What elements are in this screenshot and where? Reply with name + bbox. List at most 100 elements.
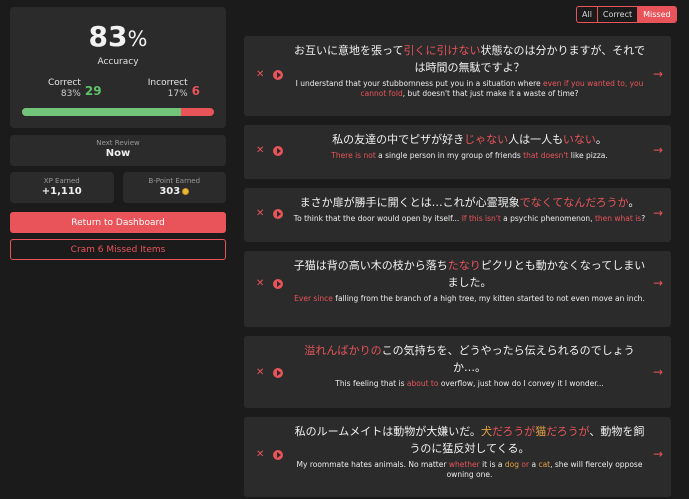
translation-text: To think that the door would open by its… (293, 214, 462, 223)
filter-all[interactable]: All (577, 7, 598, 22)
translation-text: a psychic phenomenon, (500, 214, 595, 223)
translation-text: a single person in my group of friends (375, 151, 524, 160)
missed-x-icon: ✕ (256, 69, 265, 80)
xp-card: XP Earned +1,110 (10, 172, 114, 203)
review-item-content: まさか扉が勝手に開くとは…これが心霊現象でなくてなんだろうか。 To think … (292, 194, 647, 224)
sentence-text: 。 (628, 196, 640, 209)
grammar-highlight: でなくてなんだろうか (519, 196, 629, 209)
arrow-right-icon[interactable]: → (653, 447, 663, 461)
translation-highlight: There is not (331, 151, 376, 160)
sentence-text: 私の友達の中でピザが好き (332, 133, 465, 146)
cram-missed-button[interactable]: Cram 6 Missed Items (10, 239, 226, 260)
translation-text: overflow, just how do I convey it I wond… (438, 379, 604, 388)
sentence-text: まさか扉が勝手に開くとは…これが心霊現象 (299, 196, 520, 209)
translation-highlight: about to (406, 379, 439, 388)
play-audio-icon[interactable] (273, 450, 283, 460)
translation-highlight: or (521, 460, 530, 469)
summary-panel: 83% Accuracy Correct 83% 29 Incorrect 17% … (10, 7, 226, 260)
percent-symbol: % (127, 27, 148, 51)
english-translation: There is not a single person in my group… (292, 151, 647, 161)
arrow-right-icon[interactable]: → (653, 276, 663, 290)
translation-text: ? (641, 214, 646, 223)
accuracy-percent: 83% (10, 20, 226, 56)
grammar-highlight: 溢れんばかりの (304, 344, 382, 357)
arrow-right-icon[interactable]: → (653, 143, 663, 157)
xp-label: XP Earned (43, 177, 80, 185)
missed-x-icon: ✕ (256, 278, 265, 289)
review-item-content: 私の友達の中でピザが好きじゃない人は一人もいない。 There is not a … (292, 131, 647, 161)
play-audio-icon[interactable] (273, 209, 283, 219)
missed-x-icon: ✕ (256, 367, 265, 378)
xp-value: +1,110 (41, 186, 82, 197)
translation-text: My roommate hates animals. No matter (296, 460, 449, 469)
accuracy-progress-bar (22, 108, 214, 116)
japanese-sentence: 私の友達の中でピザが好きじゃない人は一人もいない。 (292, 131, 647, 148)
next-review-value: Now (105, 148, 131, 159)
accuracy-card: 83% Accuracy Correct 83% 29 Incorrect 17% … (10, 7, 226, 128)
correct-count: 29 (84, 84, 102, 98)
arrow-right-icon[interactable]: → (653, 365, 663, 379)
japanese-sentence: 溢れんばかりのこの気持ちを、どうやったら伝えられるのでしょうか…。 (292, 342, 647, 376)
sentence-text: 私のルームメイトは動物が大嫌いだ。 (294, 425, 481, 438)
review-item[interactable]: ✕ → まさか扉が勝手に開くとは…これが心霊現象でなくてなんだろうか。 To thin… (244, 188, 671, 242)
review-item[interactable]: ✕ → 私の友達の中でピザが好きじゃない人は一人もいない。 There is not … (244, 125, 671, 179)
incorrect-stat: Incorrect 17% 6 (148, 78, 200, 100)
incorrect-pct: 17% (167, 89, 188, 99)
review-item-content: 私のルームメイトは動物が大嫌いだ。犬だろうが猫だろうが、動物を飼うのに猛反対して… (292, 423, 647, 480)
english-translation: My roommate hates animals. No matter whe… (292, 460, 647, 480)
play-audio-icon[interactable] (273, 368, 283, 378)
review-item[interactable]: ✕ → お互いに意地を張って引くに引けない状態なのは分かりますが、それでは時間の無駄… (244, 36, 671, 116)
review-item[interactable]: ✕ → 溢れんばかりのこの気持ちを、どうやったら伝えられるのでしょうか…。 This … (244, 336, 671, 408)
play-audio-icon[interactable] (273, 70, 283, 80)
play-audio-icon[interactable] (273, 146, 283, 156)
japanese-sentence: 子猫は背の高い木の枝から落ちたなりピクリとも動かなくなってしまいました。 (292, 257, 647, 291)
bpoint-card: B-Point Earned 303 (122, 172, 227, 203)
japanese-sentence: 私のルームメイトは動物が大嫌いだ。犬だろうが猫だろうが、動物を飼うのに猛反対して… (292, 423, 647, 457)
arrow-right-icon[interactable]: → (653, 67, 663, 81)
grammar-highlight: 犬 (480, 425, 492, 438)
review-item-content: お互いに意地を張って引くに引けない状態なのは分かりますが、それでは時間の無駄です… (292, 42, 647, 99)
translation-highlight: that doesn't (523, 151, 569, 160)
arrow-right-icon[interactable]: → (653, 206, 663, 220)
grammar-highlight: 猫 (535, 425, 547, 438)
review-item[interactable]: ✕ → 子猫は背の高い木の枝から落ちたなりピクリとも動かなくなってしまいました。 Ev… (244, 251, 671, 327)
coin-icon (182, 187, 190, 195)
earnings-row: XP Earned +1,110 B-Point Earned 303 (10, 172, 226, 203)
translation-text: I understand that your stubbornness put … (295, 79, 544, 88)
bpoint-label: B-Point Earned (148, 177, 201, 185)
bpoint-value-row: 303 (123, 186, 227, 197)
translation-text: falling from the branch of a high tree, … (332, 294, 645, 303)
play-audio-icon[interactable] (273, 279, 283, 289)
review-item-content: 溢れんばかりのこの気持ちを、どうやったら伝えられるのでしょうか…。 This fe… (292, 342, 647, 389)
accuracy-label: Accuracy (97, 57, 139, 67)
grammar-highlight: たなり (447, 259, 481, 272)
translation-highlight: whether (448, 460, 480, 469)
incorrect-label: Incorrect (147, 78, 188, 88)
return-dashboard-button[interactable]: Return to Dashboard (10, 212, 226, 233)
correct-stat: Correct 83% 29 (48, 78, 102, 100)
english-translation: Ever since falling from the branch of a … (292, 294, 647, 304)
translation-text: like pizza. (568, 151, 608, 160)
translation-text: it is a (479, 460, 505, 469)
translation-text: This feeling that is (335, 379, 407, 388)
english-translation: To think that the door would open by its… (292, 214, 647, 224)
grammar-highlight: いない (562, 133, 596, 146)
accuracy-progress-fill (22, 108, 182, 116)
grammar-highlight: だろうが (546, 425, 590, 438)
english-translation: This feeling that is about to overflow, … (292, 379, 647, 389)
bpoint-value: 303 (159, 186, 181, 197)
translation-highlight: If this isn't (461, 214, 501, 223)
filter-correct[interactable]: Correct (598, 7, 639, 22)
missed-x-icon: ✕ (256, 145, 265, 156)
japanese-sentence: まさか扉が勝手に開くとは…これが心霊現象でなくてなんだろうか。 (292, 194, 647, 211)
sentence-text: 。 (595, 133, 607, 146)
japanese-sentence: お互いに意地を張って引くに引けない状態なのは分かりますが、それでは時間の無駄です… (292, 42, 647, 76)
review-item[interactable]: ✕ → 私のルームメイトは動物が大嫌いだ。犬だろうが猫だろうが、動物を飼うのに猛反対… (244, 417, 671, 497)
grammar-highlight: 引くに引けない (403, 44, 481, 57)
filter-missed[interactable]: Missed (638, 7, 676, 22)
translation-highlight: then what is (594, 214, 642, 223)
english-translation: I understand that your stubbornness put … (292, 79, 647, 99)
sentence-text: この気持ちを、どうやったら伝えられるのでしょうか…。 (381, 344, 635, 374)
percent-value: 83 (88, 20, 128, 53)
grammar-highlight: だろうが (491, 425, 536, 438)
